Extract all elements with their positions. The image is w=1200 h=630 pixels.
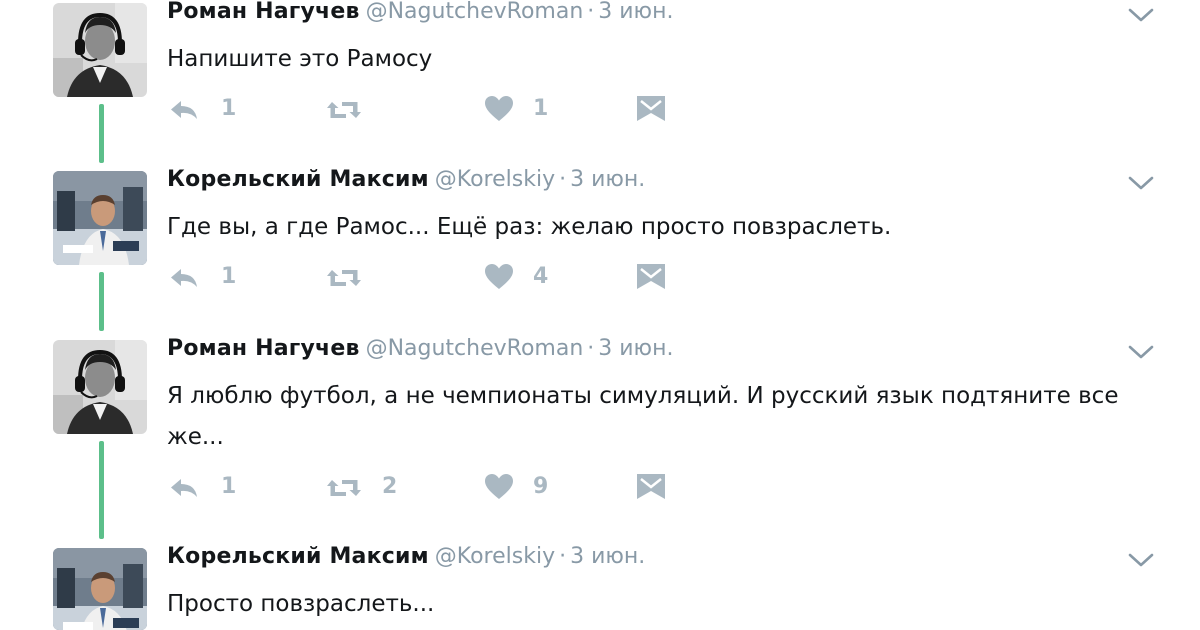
maxim-avatar-image bbox=[53, 171, 147, 265]
timestamp[interactable]: 3 июн. bbox=[570, 544, 645, 569]
author-handle[interactable]: @Korelskiy bbox=[435, 544, 555, 569]
reply-count: 1 bbox=[221, 96, 237, 121]
thread-connector bbox=[99, 104, 104, 163]
author-handle[interactable]: @NagutchevRoman bbox=[366, 336, 584, 361]
roman-avatar-image bbox=[53, 340, 147, 434]
chevron-down-icon[interactable] bbox=[1126, 340, 1156, 364]
reply-icon bbox=[167, 261, 201, 295]
timestamp[interactable]: 3 июн. bbox=[598, 336, 673, 361]
retweet-icon bbox=[324, 261, 364, 295]
separator: · bbox=[587, 336, 595, 361]
chevron-down-icon[interactable] bbox=[1126, 171, 1156, 195]
avatar[interactable] bbox=[53, 3, 147, 97]
tweet-text: Напишите это Рамосу bbox=[167, 46, 433, 72]
timestamp[interactable]: 3 июн. bbox=[570, 167, 645, 192]
reply-count: 1 bbox=[221, 264, 237, 289]
author-name[interactable]: Корельский Максим bbox=[167, 167, 429, 192]
direct-message-icon bbox=[635, 93, 667, 125]
tweet-header: Роман Нагучев @NagutchevRoman · 3 июн. bbox=[167, 0, 673, 24]
tweet-text: Я люблю футбол, а не чемпионаты симуляци… bbox=[167, 383, 1119, 450]
reply-icon bbox=[167, 93, 201, 127]
separator: · bbox=[587, 0, 595, 24]
separator: · bbox=[559, 544, 567, 569]
avatar[interactable] bbox=[53, 548, 147, 630]
reply-count: 1 bbox=[221, 474, 237, 499]
tweet-header: Роман Нагучев @NagutchevRoman · 3 июн. bbox=[167, 336, 673, 361]
author-handle[interactable]: @NagutchevRoman bbox=[366, 0, 584, 24]
author-name[interactable]: Корельский Максим bbox=[167, 544, 429, 569]
heart-icon bbox=[483, 471, 515, 503]
tweet-text: Где вы, а где Рамос... Ещё раз: желаю пр… bbox=[167, 214, 892, 240]
thread-connector bbox=[99, 441, 104, 539]
thread-connector bbox=[99, 272, 104, 331]
tweet-header: Корельский Максим @Korelskiy · 3 июн. bbox=[167, 544, 645, 569]
reply-icon bbox=[167, 471, 201, 505]
chevron-down-icon[interactable] bbox=[1126, 3, 1156, 27]
heart-icon bbox=[483, 261, 515, 293]
tweet-header: Корельский Максим @Korelskiy · 3 июн. bbox=[167, 167, 645, 192]
retweet-icon bbox=[324, 471, 364, 505]
avatar[interactable] bbox=[53, 171, 147, 265]
like-count: 4 bbox=[533, 264, 549, 289]
direct-message-icon bbox=[635, 261, 667, 293]
chevron-down-icon[interactable] bbox=[1126, 548, 1156, 572]
avatar[interactable] bbox=[53, 340, 147, 434]
like-count: 9 bbox=[533, 474, 549, 499]
heart-icon bbox=[483, 93, 515, 125]
tweet-text: Просто повзраслеть... bbox=[167, 591, 435, 617]
separator: · bbox=[559, 167, 567, 192]
retweet-count: 2 bbox=[382, 474, 398, 499]
like-count: 1 bbox=[533, 96, 549, 121]
direct-message-icon bbox=[635, 471, 667, 503]
author-name[interactable]: Роман Нагучев bbox=[167, 0, 360, 24]
timestamp[interactable]: 3 июн. bbox=[598, 0, 673, 24]
author-handle[interactable]: @Korelskiy bbox=[435, 167, 555, 192]
maxim-avatar-image bbox=[53, 548, 147, 630]
roman-avatar-image bbox=[53, 3, 147, 97]
author-name[interactable]: Роман Нагучев bbox=[167, 336, 360, 361]
retweet-icon bbox=[324, 93, 364, 127]
